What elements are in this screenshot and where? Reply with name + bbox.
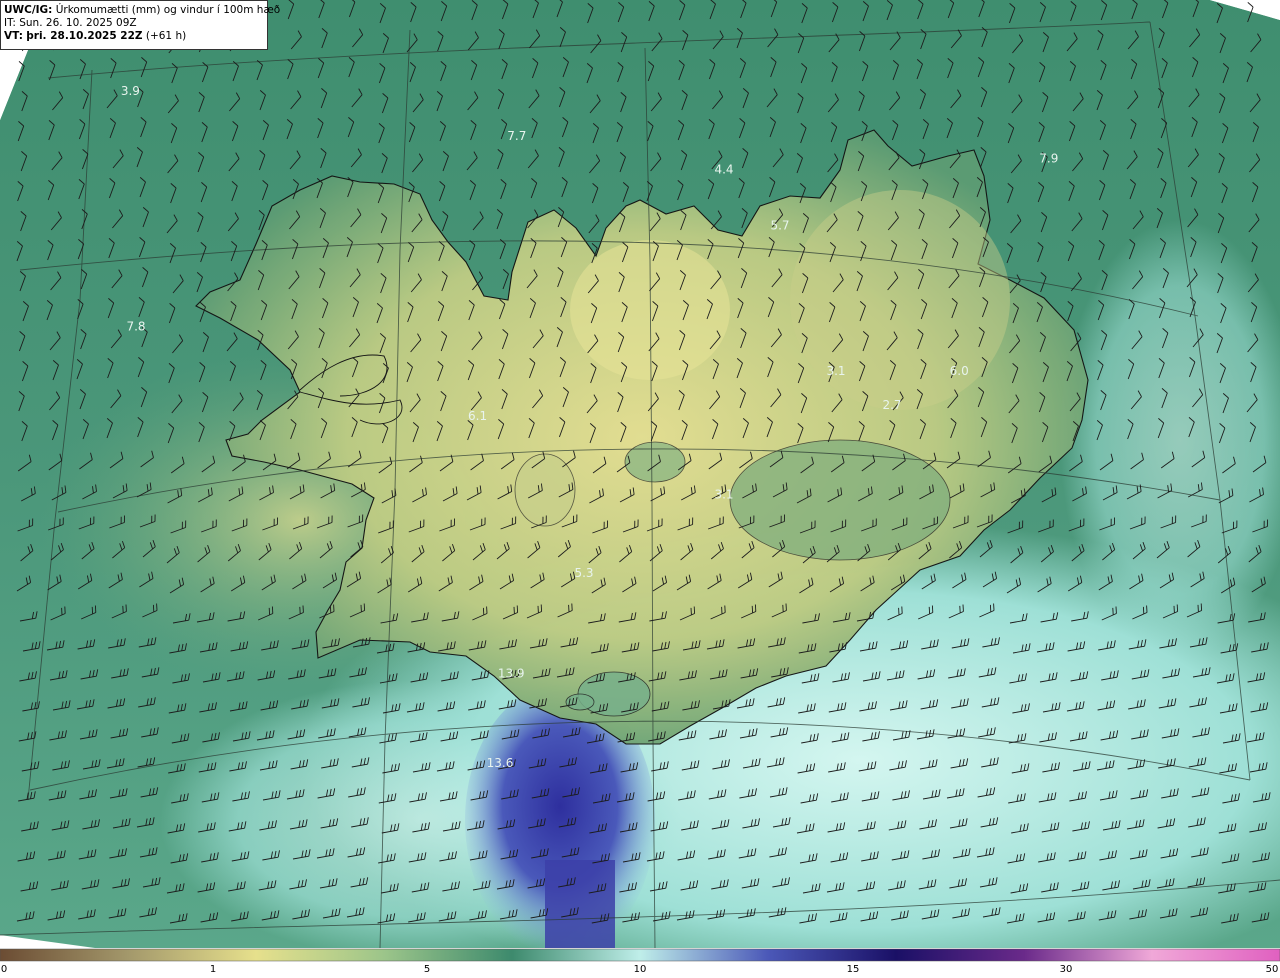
glacier-vatnajokull xyxy=(729,439,951,561)
map-header: UWC/IG: Úrkomumætti (mm) og vindur í 100… xyxy=(0,0,280,50)
valid-time: þri. 28.10.2025 22Z xyxy=(26,30,143,42)
value-label-1: 7.7 xyxy=(507,129,526,143)
weather-map: 3.9 7.7 4.4 7.9 5.7 7.8 3.1 2.7 6.0 6.1 3.1 5.3 13.9… xyxy=(0,0,1280,978)
value-label-3: 7.9 xyxy=(1039,151,1058,165)
colorbar-tick-0: 0 xyxy=(0,964,8,975)
value-label-8: 6.0 xyxy=(950,364,969,378)
colorbar-tick-15: 15 xyxy=(846,964,860,975)
forecast-offset: (+61 h) xyxy=(145,30,187,42)
valid-prefix: VT: xyxy=(4,30,23,42)
heavy-precip-tail xyxy=(545,860,615,948)
value-label-11: 5.3 xyxy=(574,566,593,580)
value-label-10: 3.1 xyxy=(714,487,733,501)
init-time: IT: Sun. 26. 10. 2025 09Z xyxy=(4,17,137,29)
glacier-myrdalsjokull xyxy=(577,671,651,717)
colorbar-tick-30: 30 xyxy=(1059,964,1073,975)
map-title: Úrkomumætti (mm) og vindur í 100m hæð xyxy=(55,4,281,16)
colorbar: 0 1 5 10 15 30 50 xyxy=(0,948,1280,978)
value-label-4: 5.7 xyxy=(770,219,789,233)
value-label-12: 13.9 xyxy=(498,667,525,681)
glacier-eyjafjallajokull xyxy=(565,693,595,711)
value-label-2: 4.4 xyxy=(714,163,733,177)
glacier-hofsjokull xyxy=(624,441,686,483)
colorbar-gradient xyxy=(0,948,1280,962)
colorbar-tick-50: 50 xyxy=(1265,964,1279,975)
value-label-9: 6.1 xyxy=(468,409,487,423)
model-prefix: UWC/IG: xyxy=(4,4,53,16)
highland-east xyxy=(790,190,1010,410)
map-canvas: 3.9 7.7 4.4 7.9 5.7 7.8 3.1 2.7 6.0 6.1 3.1 5.3 13.9… xyxy=(0,0,1280,978)
value-label-0: 3.9 xyxy=(121,84,140,98)
colorbar-tick-5: 5 xyxy=(423,964,431,975)
colorbar-tick-1: 1 xyxy=(209,964,217,975)
value-label-5: 7.8 xyxy=(126,319,145,333)
value-label-6: 3.1 xyxy=(826,364,845,378)
colorbar-tick-10: 10 xyxy=(633,964,647,975)
value-label-13: 13.6 xyxy=(487,756,514,770)
value-label-7: 2.7 xyxy=(882,398,901,412)
